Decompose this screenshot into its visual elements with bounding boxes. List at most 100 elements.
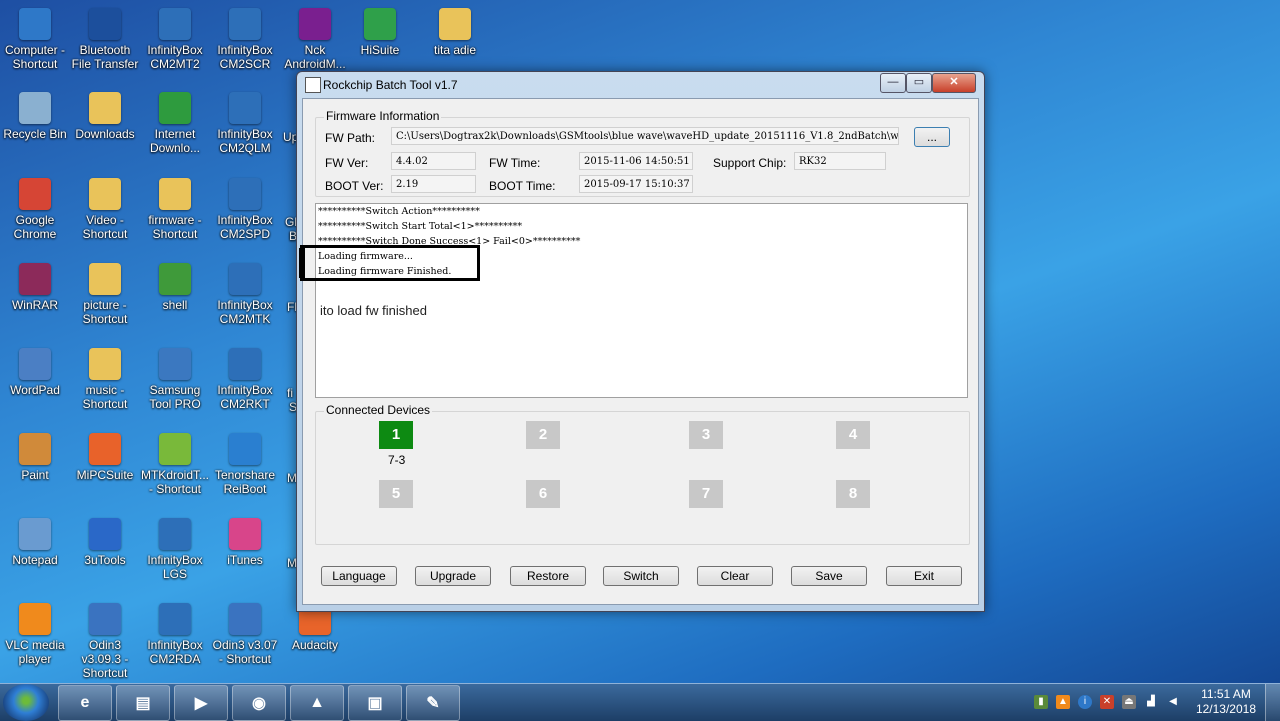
desktop-icon-label: InfinityBox CM2SPD (217, 213, 273, 241)
device-slot-1[interactable]: 1 (379, 421, 413, 449)
desktop-icon[interactable]: Tenorshare ReiBoot (210, 433, 280, 496)
clear-button[interactable]: Clear (697, 566, 773, 586)
desktop-icon[interactable]: Odin3 v3.09.3 - Shortcut (70, 603, 140, 680)
minimize-button[interactable]: — (880, 73, 906, 93)
desktop-icon[interactable]: Computer - Shortcut (0, 8, 70, 71)
window-client-area: Firmware Information FW Path: C:\Users\D… (299, 98, 979, 605)
infinitybox-icon (159, 603, 191, 635)
switch-button[interactable]: Switch (603, 566, 679, 586)
desktop-icon[interactable]: InfinityBox CM2RDA (140, 603, 210, 666)
desktop-icon[interactable]: WinRAR (0, 263, 70, 312)
exit-button[interactable]: Exit (886, 566, 962, 586)
network-icon[interactable]: ▟ (1144, 695, 1158, 709)
device-slot-6[interactable]: 6 (526, 480, 560, 508)
desktop-icon[interactable]: Paint (0, 433, 70, 482)
desktop-icon-label: Computer - Shortcut (4, 43, 66, 71)
support-chip-label: Support Chip: (713, 156, 787, 170)
maximize-button[interactable]: ▭ (906, 73, 932, 93)
desktop-icon[interactable]: InfinityBox CM2MTK (210, 263, 280, 326)
desktop-icon[interactable]: picture - Shortcut (70, 263, 140, 326)
show-desktop-button[interactable] (1265, 684, 1280, 721)
desktop-icon[interactable]: 3uTools (70, 518, 140, 567)
desktop-icon[interactable]: firmware - Shortcut (140, 178, 210, 241)
desktop-icon[interactable]: Bluetooth File Transfer (70, 8, 140, 71)
desktop-icon[interactable]: MTKdroidT... - Shortcut (140, 433, 210, 496)
save-button[interactable]: Save (791, 566, 867, 586)
title-bar[interactable]: Rockchip Batch Tool v1.7 — ▭ ✕ (297, 72, 984, 98)
action-center-icon[interactable]: ✕ (1100, 695, 1114, 709)
desktop-icon-label: MTKdroidT... - Shortcut (140, 468, 209, 496)
desktop-icon[interactable]: Notepad (0, 518, 70, 567)
rockchip-tool-icon[interactable]: ▣ (348, 685, 402, 721)
info-icon[interactable]: i (1078, 695, 1092, 709)
fw-path-label: FW Path: (325, 131, 376, 145)
desktop-icon[interactable]: Google Chrome (0, 178, 70, 241)
browse-button[interactable]: ... (914, 127, 950, 147)
device-slot-8[interactable]: 8 (836, 480, 870, 508)
media-player-icon[interactable]: ▶ (174, 685, 228, 721)
desktop-icon[interactable]: InfinityBox CM2QLM (210, 92, 280, 155)
device-slot-2[interactable]: 2 (526, 421, 560, 449)
desktop-icon-label: WordPad (10, 383, 60, 397)
paint-icon[interactable]: ✎ (406, 685, 460, 721)
ie-icon[interactable]: e (58, 685, 112, 721)
chrome-icon[interactable]: ◉ (232, 685, 286, 721)
vlc-icon[interactable]: ▲ (290, 685, 344, 721)
language-button[interactable]: Language (321, 566, 397, 586)
desktop-icon[interactable]: InfinityBox LGS (140, 518, 210, 581)
desktop-icon[interactable]: MiPCSuite (70, 433, 140, 482)
close-button[interactable]: ✕ (932, 73, 976, 93)
desktop-icon[interactable]: Odin3 v3.07 - Shortcut (210, 603, 280, 666)
fw-path-field[interactable]: C:\Users\Dogtrax2k\Downloads\GSMtools\bl… (391, 127, 899, 145)
desktop-icon-label: Downloads (75, 127, 135, 141)
device-slot-4[interactable]: 4 (836, 421, 870, 449)
desktop-icon[interactable]: Internet Downlo... (140, 92, 210, 155)
desktop-icon[interactable]: InfinityBox CM2MT2 (140, 8, 210, 71)
clock-time: 11:51 AM (1201, 687, 1251, 701)
volume-icon[interactable]: ◀ (1166, 695, 1180, 709)
android-icon (159, 433, 191, 465)
network-monitor-icon[interactable]: ▮ (1034, 695, 1048, 709)
itunes-icon (229, 518, 261, 550)
vlc-tray-icon[interactable]: ▲ (1056, 695, 1070, 709)
fw-ver-field: 4.4.02 (391, 152, 476, 170)
notepad-icon (19, 518, 51, 550)
desktop-icon-label: Odin3 v3.07 - Shortcut (212, 638, 278, 666)
desktop-icon-label: InfinityBox LGS (147, 553, 203, 581)
desktop-icon[interactable]: tita adie (420, 8, 490, 57)
desktop-icon[interactable]: InfinityBox CM2SPD (210, 178, 280, 241)
desktop-icon[interactable]: shell (140, 263, 210, 312)
boot-ver-label: BOOT Ver: (325, 179, 384, 193)
desktop-icon-label: Nck AndroidM... (284, 43, 346, 71)
explorer-icon[interactable]: ▤ (116, 685, 170, 721)
desktop-icon[interactable]: VLC media player (0, 603, 70, 666)
upgrade-button[interactable]: Upgrade (415, 566, 491, 586)
device-slot-5[interactable]: 5 (379, 480, 413, 508)
bluetooth-icon (89, 8, 121, 40)
idm-icon (159, 92, 191, 124)
desktop-icon[interactable]: music - Shortcut (70, 348, 140, 411)
usb-device-icon[interactable]: ⏏ (1122, 695, 1136, 709)
infinitybox-icon (159, 518, 191, 550)
connected-devices-heading: Connected Devices (324, 403, 433, 417)
device-slot-7[interactable]: 7 (689, 480, 723, 508)
folder-icon (89, 178, 121, 210)
clock[interactable]: 11:51 AM 12/13/2018 (1196, 687, 1256, 717)
folder-icon (89, 92, 121, 124)
device-slot-3[interactable]: 3 (689, 421, 723, 449)
desktop-icon[interactable]: Video - Shortcut (70, 178, 140, 241)
desktop-icon[interactable]: InfinityBox CM2RKT (210, 348, 280, 411)
desktop-icon[interactable]: iTunes (210, 518, 280, 567)
desktop-icon[interactable]: InfinityBox CM2SCR (210, 8, 280, 71)
desktop-icon-label: InfinityBox CM2MTK (217, 298, 273, 326)
log-output[interactable]: **********Switch Action********** ******… (299, 203, 968, 398)
desktop-icon[interactable]: Samsung Tool PRO (140, 348, 210, 411)
start-button[interactable] (3, 684, 49, 721)
desktop-icon[interactable]: Recycle Bin (0, 92, 70, 141)
desktop-icon[interactable]: HiSuite (345, 8, 415, 57)
desktop-icon[interactable]: WordPad (0, 348, 70, 397)
restore-button[interactable]: Restore (510, 566, 586, 586)
desktop-icon[interactable]: Nck AndroidM... (280, 8, 350, 71)
recycle-bin-icon (19, 92, 51, 124)
desktop-icon[interactable]: Downloads (70, 92, 140, 141)
